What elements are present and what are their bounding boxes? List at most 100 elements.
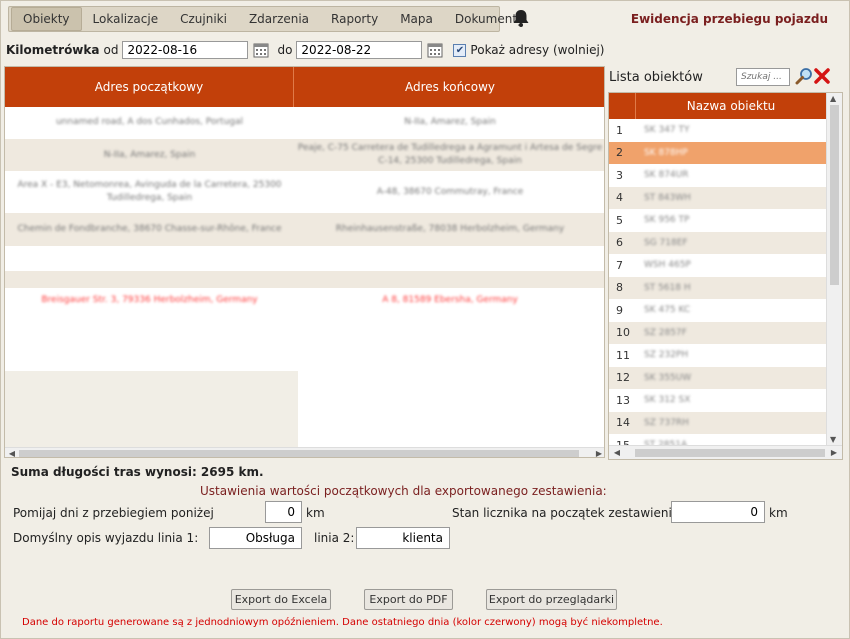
calendar-icon[interactable] [253,42,269,58]
list-item[interactable]: 7 WSH 465P [609,254,827,277]
start-address-cell: Area X - E3, Netomonrea, Avinguda de la … [17,180,282,203]
list-item[interactable]: 8 ST 5618 H [609,276,827,299]
line1-input[interactable] [209,527,302,549]
table-row[interactable]: N-IIa, Amarez, Spain Peaje, C-75 Carreter… [5,139,604,172]
scroll-down-icon[interactable]: ▼ [830,435,836,444]
object-name: SG 718EF [644,237,688,248]
menu-item-czujniki[interactable]: Czujniki [169,7,238,31]
list-item[interactable]: 12 SK 355UW [609,366,827,389]
menu-item-zdarzenia[interactable]: Zdarzenia [238,7,320,31]
object-list-horizontal-scrollbar[interactable]: ◀ ▶ [609,445,842,459]
row-number: 3 [616,168,623,182]
list-item[interactable]: 1 SK 347 TY [609,119,827,142]
vertical-scrollbar[interactable]: ▲ ▼ [826,93,842,445]
grid-empty-area [5,371,298,447]
line2-label: linia 2: [314,531,355,545]
bell-icon[interactable] [511,8,531,28]
odometer-input[interactable] [671,501,765,523]
list-item[interactable]: 3 SK 874UR [609,164,827,187]
scrollbar-thumb[interactable] [635,449,825,457]
list-item[interactable]: 11 SZ 232PH [609,344,827,367]
end-address-cell: Peaje, C-75 Carretera de Tudilledrega a … [297,143,603,166]
row-number: 8 [616,281,623,295]
column-header-start[interactable]: Adres początkowy [5,67,294,107]
menu-item-raporty[interactable]: Raporty [320,7,389,31]
skip-days-label: Pomijaj dni z przebiegiem poniżej [13,506,214,520]
end-address-cell: Rheinhausenstraße, 78038 Herbolzheim, Ge… [335,224,565,234]
km-unit-label: km [306,506,325,520]
export-excel-button[interactable]: Export do Excela [231,589,331,610]
object-name: ST 843WH [644,192,691,203]
horizontal-scrollbar[interactable]: ◀ ▶ [5,447,604,457]
skip-days-input[interactable] [265,501,302,523]
table-row[interactable]: Breisgauer Str. 3, 79336 Herbolzheim, Ge… [5,289,604,313]
object-name: SK 475 KC [644,305,691,316]
object-name: ST 5618 H [644,282,691,293]
search-icon[interactable] [795,67,813,85]
row-number: 10 [616,326,630,340]
list-item[interactable]: 13 SK 312 SX [609,389,827,412]
date-to-input[interactable] [296,41,423,59]
menu-item-mapa[interactable]: Mapa [389,7,444,31]
table-row[interactable] [5,247,604,271]
object-list-title: Lista obiektów [609,70,703,85]
export-pdf-button[interactable]: Export do PDF [364,589,453,610]
list-item[interactable]: 2 SK 878HP [609,141,827,164]
scroll-right-icon[interactable]: ▶ [593,449,604,457]
list-item[interactable]: 4 ST 843WH [609,186,827,209]
menu-item-obiekty[interactable]: Obiekty [11,7,82,31]
address-grid: Adres początkowy Adres końcowy unnamed r… [4,66,605,458]
end-address-cell: N-IIa, Amarez, Spain [404,117,496,127]
end-address-cell [294,247,604,270]
export-browser-button[interactable]: Export do przeglądarki [486,589,617,610]
list-item[interactable]: 6 SG 718EF [609,231,827,254]
scrollbar-thumb[interactable] [19,450,579,457]
scroll-right-icon[interactable]: ▶ [828,448,840,458]
data-delay-note: Dane do raportu generowane są z jednodni… [22,617,663,628]
start-address-cell: Breisgauer Str. 3, 79336 Herbolzheim, Ge… [41,295,258,305]
close-icon[interactable] [813,67,831,85]
search-input[interactable] [736,68,790,86]
object-name: SK 874UR [644,170,689,181]
start-address-cell: unnamed road, A dos Cunhados, Portugal [55,117,244,127]
column-header-object-name[interactable]: Nazwa obiektu [636,93,826,119]
km-unit-label: km [769,506,788,520]
list-item[interactable]: 5 SK 956 TP [609,209,827,232]
object-name: WSH 465P [644,260,691,271]
show-addresses-checkbox[interactable]: ✔ [453,43,467,57]
line2-input[interactable] [356,527,450,549]
column-header-number [609,93,636,119]
start-address-cell [5,247,294,270]
scroll-left-icon[interactable]: ◀ [6,449,18,457]
description-label: Domyślny opis wyjazdu linia 1: [13,531,199,545]
route-length-summary: Suma długości tras wynosi: 2695 km. [11,465,264,479]
column-header-end[interactable]: Adres końcowy [294,67,604,107]
object-name: SZ 737RH [644,417,689,428]
table-row[interactable]: Area X - E3, Netomonrea, Avinguda de la … [5,172,604,213]
list-item[interactable]: 10 SZ 2857F [609,321,827,344]
object-list-body: 1 SK 347 TY 2 SK 878HP 3 SK 874UR 4 ST 843WH 5 SK… [609,119,827,457]
object-name: SK 347 TY [644,125,690,136]
table-row[interactable] [5,271,604,289]
table-row[interactable]: unnamed road, A dos Cunhados, Portugal N-… [5,107,604,139]
odometer-label: Stan licznika na początek zestawienia [452,506,680,520]
scrollbar-thumb[interactable] [830,105,839,285]
scroll-left-icon[interactable]: ◀ [611,448,623,458]
object-list: Nazwa obiektu 1 SK 347 TY 2 SK 878HP 3 SK 874… [608,92,843,460]
row-number: 7 [616,258,623,272]
report-label: Kilometrówka [6,43,100,57]
show-addresses-label: Pokaż adresy (wolniej) [470,43,605,57]
calendar-icon[interactable] [427,42,443,58]
menu-item-lokalizacje[interactable]: Lokalizacje [82,7,170,31]
scroll-up-icon[interactable]: ▲ [830,94,836,103]
settings-title: Ustawienia wartości początkowych dla exp… [200,484,607,498]
start-address-cell: Chemin de Fondbranche, 38670 Chasse-sur-… [17,224,282,234]
page-title: Ewidencja przebiegu pojazdu [630,12,828,26]
object-name: SK 956 TP [644,215,690,226]
date-from-input[interactable] [122,41,249,59]
row-number: 2 [616,146,623,160]
list-item[interactable]: 14 SZ 737RH [609,411,827,434]
end-address-cell [294,271,604,288]
table-row[interactable]: Chemin de Fondbranche, 38670 Chasse-sur-… [5,213,604,247]
list-item[interactable]: 9 SK 475 KC [609,299,827,322]
